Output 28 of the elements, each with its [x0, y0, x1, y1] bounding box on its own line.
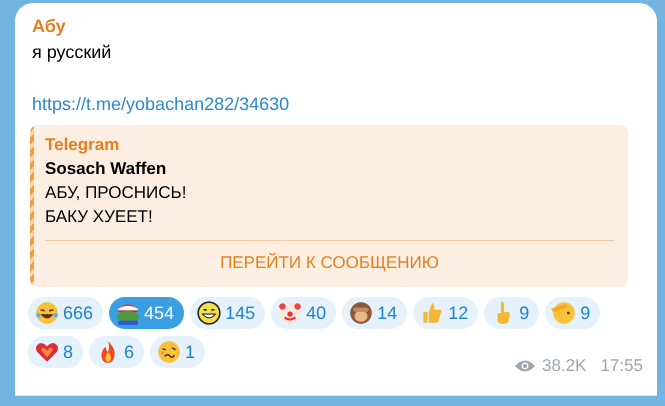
preview-title: Sosach Waffen	[45, 158, 168, 180]
reaction-chip[interactable]: 454	[109, 297, 184, 329]
reaction-chip[interactable]: 9	[545, 297, 600, 329]
reaction-chip[interactable]: 1	[150, 336, 206, 368]
preview-text-line: АБУ, ПРОСНИСЬ!	[45, 182, 188, 204]
clown-face-icon	[277, 300, 304, 326]
message-time: 17:55	[600, 356, 643, 376]
view-count: 38.2K	[542, 356, 586, 376]
message-text: я русский	[32, 41, 112, 64]
reaction-chip[interactable]: 12	[413, 297, 478, 329]
preview-text-line: БАКУ ХУЕЕТ!	[45, 206, 154, 228]
reaction-chip[interactable]: 40	[271, 297, 336, 329]
reaction-chip[interactable]: 666	[28, 297, 104, 329]
reaction-chip[interactable]: 9	[484, 297, 540, 329]
woozy-face-icon	[156, 339, 182, 365]
reaction-chip[interactable]: 8	[28, 336, 84, 368]
reaction-chip[interactable]: 14	[342, 297, 408, 329]
reaction-chip[interactable]: 145	[190, 297, 266, 329]
preview-source: Telegram	[45, 134, 120, 156]
author-name: Абу	[32, 15, 67, 38]
reaction-chip[interactable]: 6	[89, 336, 144, 368]
saluting-face-icon	[551, 300, 578, 326]
grinning-face-icon	[196, 300, 222, 326]
eye-icon	[514, 359, 536, 373]
message-link[interactable]: https://t.me/yobachan282/34630	[32, 91, 290, 117]
monkey-icon	[348, 300, 374, 326]
open-message-button[interactable]: ПЕРЕЙТИ К СООБЩЕНИЮ	[45, 240, 614, 287]
laughing-face-icon	[34, 300, 60, 326]
